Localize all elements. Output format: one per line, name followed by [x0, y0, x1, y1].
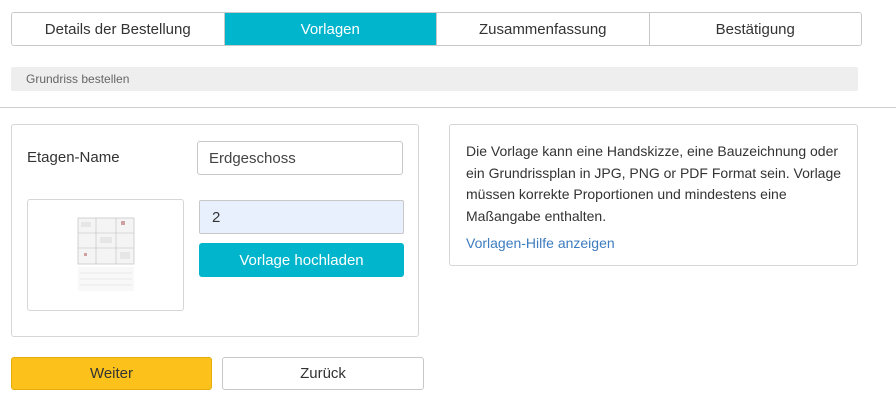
next-button[interactable]: Weiter [11, 357, 212, 390]
floor-card: Etagen-Name Vorlage hochladen [11, 124, 419, 337]
breadcrumb-label: Grundriss bestellen [26, 72, 130, 86]
breadcrumb: Grundriss bestellen [11, 67, 858, 91]
template-help-link[interactable]: Vorlagen-Hilfe anzeigen [466, 235, 615, 251]
info-card: Die Vorlage kann eine Handskizze, eine B… [449, 124, 858, 266]
step-templates[interactable]: Vorlagen [224, 13, 437, 45]
floor-plan-thumbnail-icon [75, 215, 136, 295]
step-details[interactable]: Details der Bestellung [12, 13, 225, 45]
step-confirmation[interactable]: Bestätigung [649, 13, 861, 45]
template-info-text: Die Vorlage kann eine Handskizze, eine B… [466, 143, 842, 224]
order-steps: Details der Bestellung Vorlagen Zusammen… [11, 12, 862, 46]
floor-name-label: Etagen-Name [27, 149, 120, 166]
step-summary[interactable]: Zusammenfassung [437, 13, 650, 45]
template-thumbnail[interactable] [27, 199, 184, 311]
back-button[interactable]: Zurück [222, 357, 424, 390]
template-count-input[interactable] [199, 200, 404, 234]
divider [0, 107, 896, 108]
floor-name-input[interactable] [197, 141, 403, 175]
upload-template-button[interactable]: Vorlage hochladen [199, 243, 404, 277]
